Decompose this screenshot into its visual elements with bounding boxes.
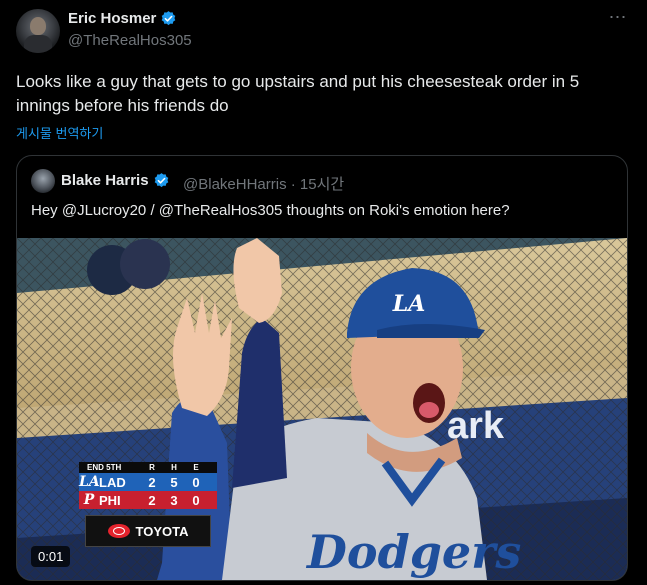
author-handle[interactable]: @TheRealHos305	[68, 32, 192, 49]
quote-text: Hey @JLucroy20 / @TheRealHos305 thoughts…	[31, 202, 510, 219]
avatar-body	[24, 35, 52, 53]
sponsor-badge: TOYOTA	[85, 515, 211, 547]
runs-header: R	[149, 463, 155, 472]
team-runs: 2	[148, 492, 156, 508]
inning-label: END 5TH	[87, 463, 122, 472]
team-name: LAD	[99, 474, 126, 490]
team-name: PHI	[99, 492, 121, 508]
scoreboard-row-phi: P PHI 2 3 0	[79, 491, 217, 509]
team-runs: 2	[148, 474, 156, 490]
scoreboard-header: END 5TH R H E	[79, 462, 217, 473]
quote-author-handle[interactable]: @BlakeHHarris	[183, 176, 287, 193]
video-timer: 0:01	[31, 546, 71, 567]
more-options-icon[interactable]: ⋯	[606, 8, 630, 30]
quote-post-time[interactable]: · 15시간	[291, 176, 344, 193]
dodgers-logo: LA	[79, 474, 100, 490]
team-errors: 0	[192, 474, 200, 490]
tweet-text: Looks like a guy that gets to go upstair…	[16, 72, 580, 115]
author-name[interactable]: Eric Hosmer	[68, 10, 156, 27]
cap-logo: LA	[392, 291, 426, 317]
team-hits: 3	[170, 492, 178, 508]
scoreboard: END 5TH R H E LA LAD 2 5 0 P PHI 2 3 0	[79, 462, 217, 509]
toyota-logo-icon	[107, 524, 130, 538]
author-avatar[interactable]	[16, 9, 60, 53]
sponsor-name: TOYOTA	[135, 523, 189, 539]
team-hits: 5	[170, 474, 178, 490]
quote-author-name-row[interactable]: Blake Harris	[61, 172, 170, 189]
verified-badge-icon	[154, 173, 168, 188]
quote-author-name[interactable]: Blake Harris	[61, 172, 149, 189]
hits-header: H	[171, 463, 177, 472]
verified-badge-icon	[162, 11, 176, 26]
errors-header: E	[193, 463, 199, 472]
video-player[interactable]: ark LA Dodgers END 5TH R H E LA LAD 2 5 …	[17, 238, 627, 580]
jersey-text: Dodgers	[305, 525, 521, 579]
team-errors: 0	[192, 492, 200, 508]
quoted-tweet[interactable]: Blake Harris @BlakeHHarris · 15시간 Hey @J…	[16, 155, 628, 581]
scoreboard-row-lad: LA LAD 2 5 0	[79, 473, 217, 491]
avatar-head	[30, 17, 46, 35]
author-name-row[interactable]: Eric Hosmer	[68, 10, 177, 27]
quote-author-avatar[interactable]	[31, 169, 55, 193]
quote-author-handle-time[interactable]: @BlakeHHarris · 15시간	[183, 173, 344, 194]
translate-post-link[interactable]: 게시물 번역하기	[16, 123, 103, 142]
phillies-logo: P	[83, 492, 95, 508]
